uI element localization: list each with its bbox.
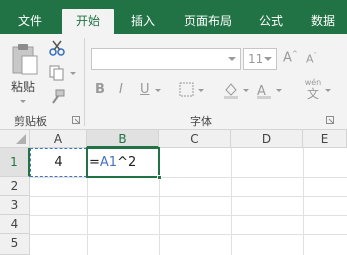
column-header-c[interactable]: C bbox=[159, 130, 231, 148]
copy-icon[interactable] bbox=[48, 64, 66, 82]
borders-icon[interactable] bbox=[178, 81, 196, 99]
gridline bbox=[231, 148, 232, 255]
increase-font-size-button[interactable]: A^ bbox=[283, 50, 303, 68]
chevron-down-icon bbox=[228, 57, 236, 61]
paste-dropdown-icon bbox=[20, 100, 26, 103]
copy-dropdown-icon[interactable] bbox=[70, 72, 76, 75]
phonetic-guide-button[interactable]: wén 文 bbox=[300, 78, 326, 102]
format-painter-icon[interactable] bbox=[48, 88, 66, 106]
phonetic-label: wén bbox=[304, 78, 322, 87]
phonetic-char: 文 bbox=[306, 87, 319, 101]
gridline bbox=[303, 148, 304, 255]
group-separator bbox=[84, 38, 85, 126]
formula-equals: = bbox=[89, 155, 100, 170]
tab-insert[interactable]: 插入 bbox=[122, 9, 164, 34]
fill-handle[interactable] bbox=[157, 175, 162, 180]
gridline bbox=[30, 215, 347, 216]
formula-operator: ^2 bbox=[117, 155, 137, 170]
column-header-e[interactable]: E bbox=[303, 130, 347, 148]
paste-icon bbox=[12, 44, 38, 75]
phonetic-dropdown-icon[interactable] bbox=[325, 89, 331, 92]
font-group-label: 字体 bbox=[190, 115, 212, 128]
gridline bbox=[30, 177, 347, 178]
clipboard-launcher-icon[interactable] bbox=[72, 116, 80, 124]
font-color-button[interactable]: A bbox=[257, 80, 273, 100]
clipboard-group-label: 剪贴板 bbox=[14, 115, 47, 128]
font-size-combo[interactable]: 11 bbox=[243, 48, 277, 70]
tab-formulas[interactable]: 公式 bbox=[250, 9, 292, 34]
row-header-1[interactable]: 1 bbox=[0, 148, 30, 177]
column-header-b[interactable]: B bbox=[87, 130, 159, 148]
row-header-3[interactable]: 3 bbox=[0, 196, 30, 215]
decrease-font-size-button[interactable]: Aˇ bbox=[306, 52, 324, 70]
font-launcher-icon[interactable] bbox=[326, 116, 334, 124]
select-all-triangle-icon bbox=[16, 134, 26, 144]
tab-file[interactable]: 文件 bbox=[6, 9, 54, 34]
fill-color-dropdown-icon[interactable] bbox=[243, 89, 249, 92]
paste-button[interactable]: 粘贴 bbox=[6, 40, 42, 103]
cell-a1[interactable]: 4 bbox=[30, 148, 87, 177]
row-header-2[interactable]: 2 bbox=[0, 177, 30, 196]
tab-home[interactable]: 开始 bbox=[62, 9, 114, 34]
cell-b1[interactable]: =A1^2 bbox=[86, 147, 162, 180]
font-name-combo[interactable] bbox=[91, 48, 241, 70]
column-header-a[interactable]: A bbox=[30, 130, 87, 148]
gridline bbox=[30, 234, 347, 235]
paste-label: 粘贴 bbox=[11, 80, 36, 94]
underline-button[interactable]: U bbox=[140, 81, 150, 99]
chevron-down-icon bbox=[264, 57, 272, 61]
borders-dropdown-icon[interactable] bbox=[198, 89, 204, 92]
ribbon-tab-bar: 文件 开始 插入 页面布局 公式 数据 bbox=[0, 0, 347, 34]
formula-reference: A1 bbox=[99, 155, 118, 170]
underline-dropdown-icon[interactable] bbox=[155, 89, 161, 92]
tab-page-layout[interactable]: 页面布局 bbox=[176, 9, 240, 34]
font-size-value: 11 bbox=[248, 52, 264, 66]
gridline bbox=[30, 196, 347, 197]
row-header-5[interactable]: 5 bbox=[0, 234, 30, 255]
ribbon-home-panel: 粘贴 剪贴板 11 A^ Aˇ B I U A wén 文 字体 bbox=[0, 34, 347, 130]
row-header-4[interactable]: 4 bbox=[0, 215, 30, 234]
cut-icon[interactable] bbox=[48, 39, 66, 57]
column-header-d[interactable]: D bbox=[231, 130, 303, 148]
select-all-corner[interactable] bbox=[0, 130, 30, 148]
bold-button[interactable]: B bbox=[95, 81, 105, 99]
font-color-dropdown-icon[interactable] bbox=[276, 89, 282, 92]
tab-data[interactable]: 数据 bbox=[302, 9, 344, 34]
italic-button[interactable]: I bbox=[119, 81, 123, 99]
fill-color-icon[interactable] bbox=[222, 81, 240, 99]
